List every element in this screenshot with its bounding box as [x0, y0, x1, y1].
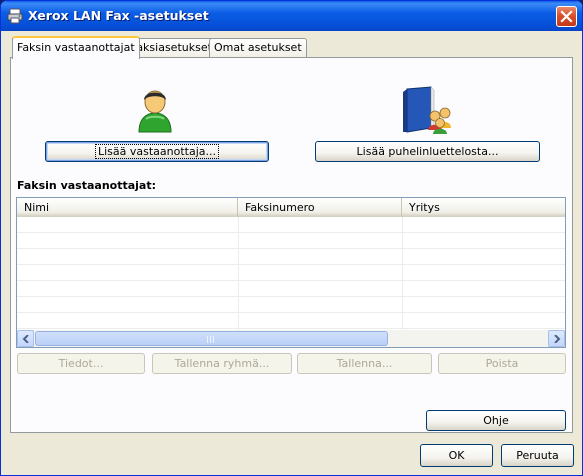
horizontal-scrollbar[interactable] [17, 330, 565, 347]
arrow-right-icon [554, 335, 561, 343]
help-label: Ohje [483, 414, 509, 427]
save-button[interactable]: Tallenna... [297, 353, 432, 374]
list-gridline [17, 249, 565, 265]
remove-label: Poista [485, 357, 519, 370]
tab-label: Faksiasetukset [131, 41, 212, 54]
column-divider [402, 217, 403, 330]
save-group-label: Tallenna ryhmä... [174, 357, 270, 370]
list-gridline [17, 313, 565, 329]
tab-label: Faksin vastaanottajat [17, 41, 135, 54]
phonebook-icon [401, 86, 453, 134]
add-from-phonebook-button[interactable]: Lisää puhelinluettelosta... [315, 141, 540, 162]
window-title: Xerox LAN Fax -asetukset [28, 8, 209, 23]
cancel-button[interactable]: Peruuta [501, 444, 574, 467]
tab-label: Omat asetukset [214, 41, 302, 54]
column-header-company[interactable]: Yritys [402, 198, 565, 217]
list-header: Nimi Faksinumero Yritys [17, 198, 565, 217]
list-body[interactable] [17, 217, 565, 330]
recipients-section-label: Faksin vastaanottajat: [17, 179, 157, 192]
scroll-right-button[interactable] [548, 330, 565, 347]
tab-fax-recipients[interactable]: Faksin vastaanottajat [12, 36, 140, 59]
save-label: Tallenna... [336, 357, 393, 370]
column-header-fax-number[interactable]: Faksinumero [238, 198, 402, 217]
list-gridline [17, 281, 565, 297]
column-header-name[interactable]: Nimi [17, 198, 238, 217]
list-gridline [17, 233, 565, 249]
ok-button[interactable]: OK [420, 444, 493, 467]
close-icon [560, 10, 573, 23]
scroll-left-button[interactable] [17, 330, 34, 347]
dialog-window: Xerox LAN Fax -asetukset Faksin vastaano… [0, 0, 583, 476]
list-gridline [17, 217, 565, 233]
add-recipient-button[interactable]: Lisää vastaanottaja... [45, 141, 269, 162]
title-bar[interactable]: Xerox LAN Fax -asetukset [1, 1, 582, 31]
add-from-phonebook-label: Lisää puhelinluettelosta... [356, 145, 499, 158]
remove-button[interactable]: Poista [438, 353, 566, 374]
details-label: Tiedot... [58, 357, 104, 370]
list-gridline [17, 297, 565, 313]
list-gridline [17, 265, 565, 281]
recipients-list[interactable]: Nimi Faksinumero Yritys [16, 197, 566, 348]
help-button[interactable]: Ohje [426, 410, 566, 431]
details-button[interactable]: Tiedot... [17, 353, 145, 374]
save-group-button[interactable]: Tallenna ryhmä... [152, 353, 292, 374]
tab-own-settings[interactable]: Omat asetukset [209, 38, 307, 57]
close-button[interactable] [556, 6, 577, 27]
grip-icon [207, 336, 216, 343]
column-divider [238, 217, 239, 330]
cancel-label: Peruuta [516, 449, 559, 462]
arrow-left-icon [22, 335, 29, 343]
printer-icon [7, 8, 23, 24]
ok-label: OK [448, 449, 465, 462]
user-icon [136, 87, 174, 133]
add-recipient-label: Lisää vastaanottaja... [94, 144, 220, 159]
scroll-thumb[interactable] [35, 331, 388, 346]
